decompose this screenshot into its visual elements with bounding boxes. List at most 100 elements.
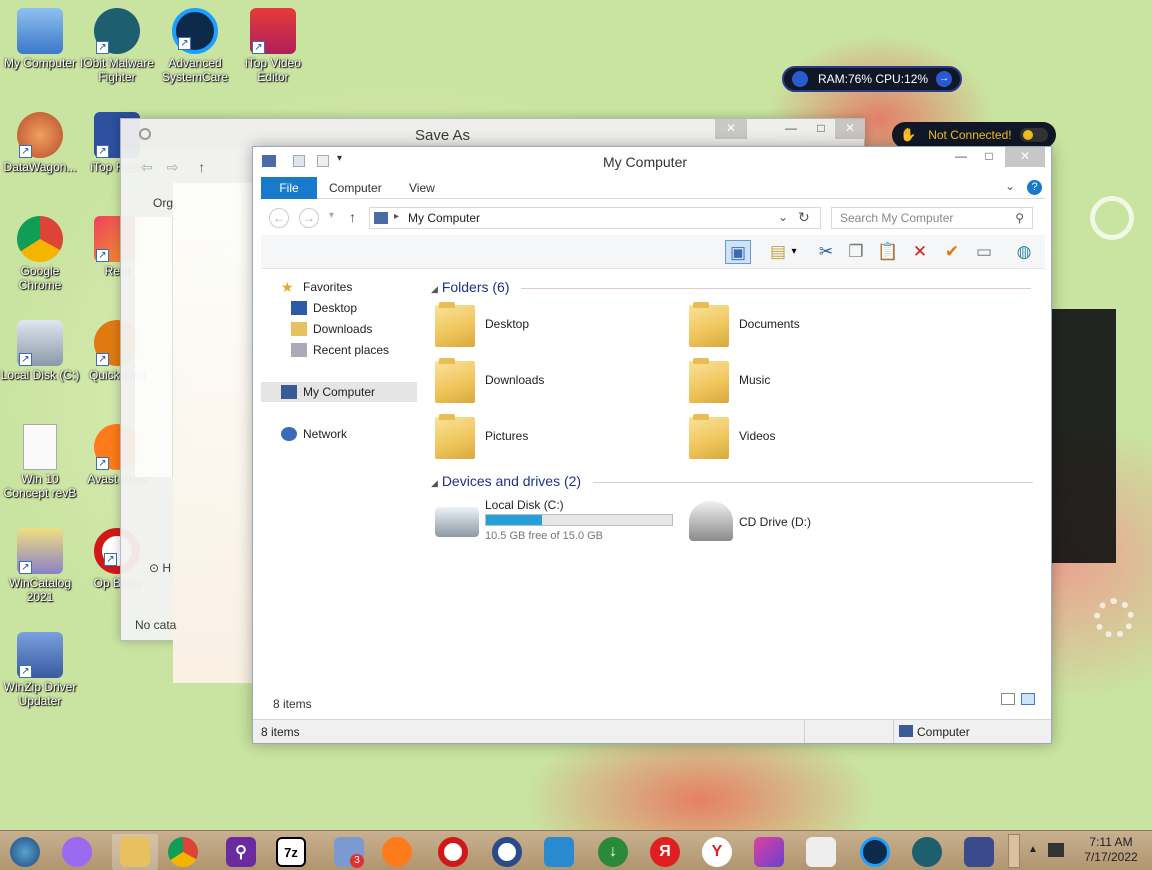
explorer-maximize-button[interactable]: □ <box>975 147 1003 167</box>
google-chrome-icon[interactable]: Google Chrome <box>0 216 80 292</box>
back-button[interactable]: ← <box>269 208 289 228</box>
drive-d[interactable]: CD Drive (D:) <box>689 497 929 547</box>
arrow-right-icon[interactable]: → <box>936 71 952 87</box>
yandex-taskbar-icon[interactable]: Я <box>642 834 688 870</box>
back-arrow-icon[interactable]: ⇦ <box>141 159 153 175</box>
ram-cpu-widget[interactable]: RAM:76% CPU:12% → <box>782 66 962 92</box>
tab-view[interactable]: View <box>409 177 435 199</box>
folder-pictures[interactable]: Pictures <box>435 414 675 465</box>
properties-icon[interactable]: ▭ <box>971 240 997 264</box>
address-dropdown-icon[interactable]: ⌄ <box>778 210 788 224</box>
nav-my-computer[interactable]: My Computer <box>261 382 417 402</box>
wincatalog-icon[interactable]: ↗ WinCatalog 2021 <box>0 528 80 604</box>
collapse-icon[interactable]: ◢ <box>431 284 438 294</box>
download-manager-taskbar-icon[interactable]: ↓ <box>590 834 636 870</box>
settings-sidebar-icon[interactable] <box>1094 598 1134 638</box>
clock[interactable]: 7:11 AM 7/17/2022 <box>1076 835 1146 865</box>
customize-quick-access-icon[interactable]: ▾ <box>337 153 342 164</box>
help-icon[interactable]: ? <box>1027 180 1042 195</box>
delete-icon[interactable]: ✕ <box>907 240 933 264</box>
save-as-maximize-button[interactable]: □ <box>807 119 835 139</box>
folder-music[interactable]: Music <box>689 358 929 409</box>
address-bar[interactable]: ▸ My Computer ⌄ ↻ <box>369 207 821 229</box>
drive-c[interactable]: Local Disk (C:) 10.5 GB free of 15.0 GB <box>435 497 685 545</box>
advanced-systemcare-icon[interactable]: ↗ Advanced SystemCare <box>155 8 235 84</box>
breadcrumb-chevron-icon[interactable]: ▸ <box>394 211 399 222</box>
media-taskbar-icon[interactable] <box>484 834 530 870</box>
chrome-taskbar-icon[interactable] <box>160 834 206 870</box>
up-arrow-icon[interactable]: ↑ <box>198 159 205 175</box>
view-details-icon[interactable] <box>1001 693 1015 705</box>
search-input[interactable]: Search My Computer ⚲ <box>831 207 1033 229</box>
save-as-minimize-button[interactable]: ✕ <box>715 119 747 139</box>
preview-pane-icon[interactable]: ▣ <box>725 240 751 264</box>
search-app-taskbar-icon[interactable]: ⚲ <box>218 834 264 870</box>
taskbar-scroll[interactable] <box>1008 834 1020 868</box>
documents-folder-icon <box>689 302 729 347</box>
search-sidebar-icon[interactable] <box>1090 196 1134 240</box>
breadcrumb[interactable]: My Computer <box>408 211 480 225</box>
new-folder-dropdown-icon[interactable]: ▾ <box>787 240 801 264</box>
7zip-taskbar-icon[interactable]: 7z <box>268 834 314 870</box>
forward-arrow-icon[interactable]: ⇨ <box>167 159 179 175</box>
itop-video-editor-icon[interactable]: ↗ iTop Video Editor <box>233 8 313 84</box>
remote-desktop-taskbar-icon[interactable] <box>536 834 582 870</box>
folder-downloads[interactable]: Downloads <box>435 358 675 409</box>
folder-desktop[interactable]: Desktop <box>435 302 675 353</box>
cortana-icon[interactable] <box>54 834 100 870</box>
vpn-hand-icon: ✋ <box>900 127 917 142</box>
local-disk-icon[interactable]: ↗ Local Disk (C:) <box>0 320 80 382</box>
malware-fighter-taskbar-icon[interactable] <box>904 834 950 870</box>
network-globe-icon[interactable]: ◍ <box>1011 240 1037 264</box>
nav-network[interactable]: Network <box>281 424 437 444</box>
opera-taskbar-icon[interactable] <box>430 834 476 870</box>
tray-overflow-icon[interactable]: ▲ <box>1028 844 1038 855</box>
recent-locations-icon[interactable]: ▾ <box>329 210 334 221</box>
explorer-close-button[interactable]: ✕ <box>1005 147 1045 167</box>
save-as-close-button[interactable]: ✕ <box>835 119 865 139</box>
folders-group-header[interactable]: ◢ Folders (6) <box>431 277 1032 297</box>
my-computer-desktop-icon[interactable]: My Computer <box>0 8 80 70</box>
view-large-icons-icon[interactable] <box>1021 693 1035 705</box>
vpn-status-widget[interactable]: ✋ Not Connected! <box>892 122 1056 148</box>
collapse-icon[interactable]: ◢ <box>431 478 438 488</box>
remote-app-taskbar-icon[interactable] <box>956 834 1002 870</box>
hide-folders-toggle[interactable]: ⊙ H <box>149 561 171 575</box>
devices-group-header[interactable]: ◢ Devices and drives (2) <box>431 471 1033 491</box>
organize-menu[interactable]: Org <box>153 196 173 210</box>
folder-documents[interactable]: Documents <box>689 302 929 353</box>
ribbon-expand-icon[interactable]: ⌄ <box>1005 179 1015 193</box>
win10-concept-file-icon[interactable]: Win 10 Concept revB <box>0 424 80 500</box>
downloads-folder-icon <box>291 321 307 336</box>
tab-computer[interactable]: Computer <box>329 177 382 199</box>
datawagon-icon[interactable]: ↗ DataWagon... <box>0 112 80 174</box>
refresh-icon[interactable]: ↻ <box>798 209 810 226</box>
save-as-extra-minimize-button[interactable]: — <box>777 119 805 139</box>
cut-icon[interactable]: ✂ <box>813 240 839 264</box>
start-button[interactable] <box>2 834 48 870</box>
network-tray-icon[interactable] <box>1048 843 1064 857</box>
systemcare-taskbar-icon[interactable] <box>852 834 898 870</box>
gem-app-taskbar-icon[interactable] <box>746 834 792 870</box>
copy-icon[interactable]: ❐ <box>843 240 869 264</box>
paste-icon[interactable]: 📋 <box>875 240 901 264</box>
tab-file[interactable]: File <box>261 177 317 199</box>
new-folder-quick-icon[interactable] <box>317 155 329 167</box>
nav-favorites[interactable]: ★ Favorites <box>281 277 437 297</box>
catalog-taskbar-icon[interactable] <box>798 834 844 870</box>
itop-taskbar-icon[interactable]: 3 <box>326 834 372 870</box>
iobit-malware-fighter-icon[interactable]: ↗ IObit Malware Fighter <box>77 8 157 84</box>
ribbon-tabs: File Computer View ⌄ ? <box>261 177 1045 199</box>
forward-button[interactable]: → <box>299 208 319 228</box>
winzip-driver-updater-icon[interactable]: ↗ WinZip Driver Updater <box>0 632 80 708</box>
up-button[interactable]: ↑ <box>349 209 356 225</box>
rename-check-icon[interactable]: ✔ <box>939 240 965 264</box>
yandex-browser-taskbar-icon[interactable]: Y <box>694 834 740 870</box>
folder-videos[interactable]: Videos <box>689 414 929 465</box>
properties-quick-icon[interactable] <box>293 155 305 167</box>
explorer-minimize-button[interactable]: — <box>947 147 975 167</box>
avast-taskbar-icon[interactable] <box>374 834 420 870</box>
explorer-titlebar: ▾ My Computer — □ ✕ <box>253 147 1051 177</box>
file-explorer-taskbar-icon[interactable] <box>112 834 158 870</box>
toggle-switch[interactable] <box>1020 128 1048 142</box>
